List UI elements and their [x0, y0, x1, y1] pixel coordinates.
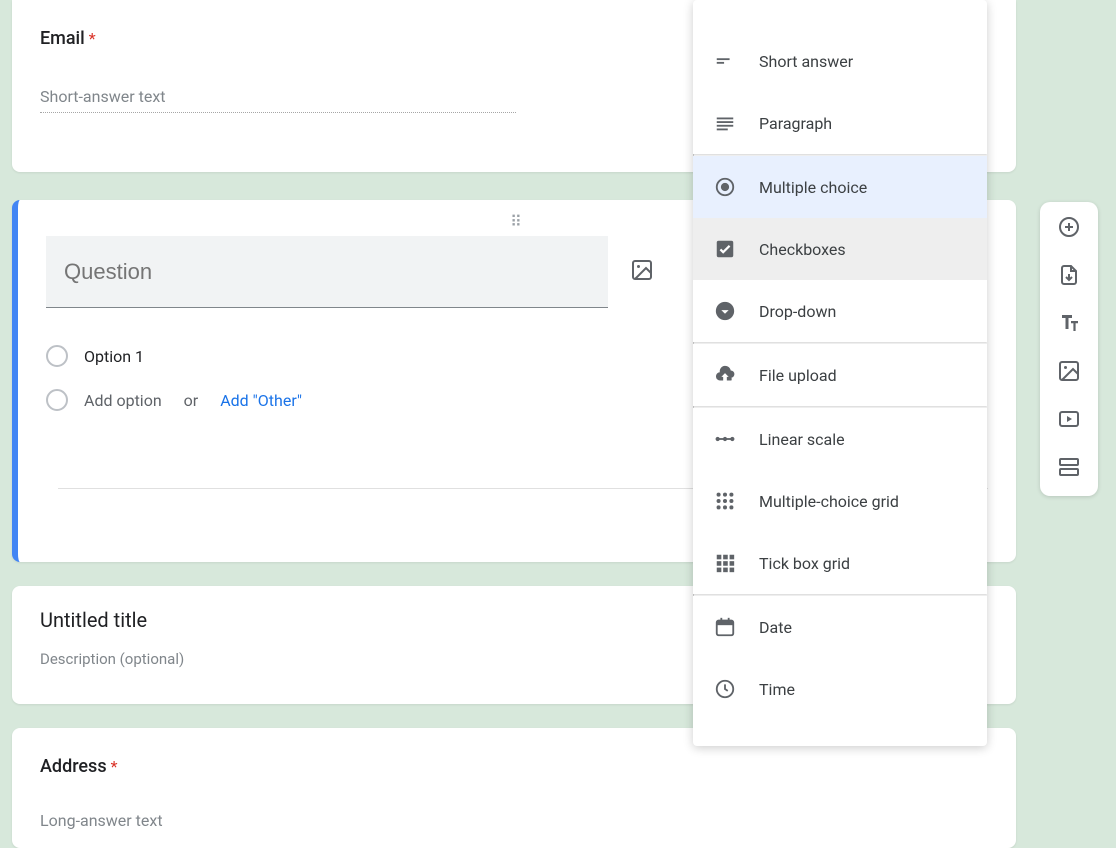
menu-item-short-answer[interactable]: Short answer [693, 30, 987, 92]
import-questions-button[interactable] [1056, 264, 1082, 290]
short-answer-placeholder: Short-answer text [40, 87, 516, 113]
add-title-button[interactable] [1056, 312, 1082, 338]
import-icon [1057, 263, 1081, 291]
add-other-button[interactable]: Add "Other" [220, 391, 302, 410]
address-label-row: Address* [40, 756, 988, 777]
radio-button-icon [713, 175, 737, 199]
image-icon [1057, 359, 1081, 387]
menu-item-tick-box-grid[interactable]: Tick box grid [693, 532, 987, 594]
address-question-card: Address* Long-answer text [12, 728, 1016, 848]
menu-item-multiple-choice-grid[interactable]: Multiple-choice grid [693, 470, 987, 532]
menu-item-label: Linear scale [759, 430, 845, 449]
plus-circle-icon [1057, 215, 1081, 243]
question-type-menu: Short answer Paragraph Multiple choice C… [693, 0, 987, 746]
video-icon [1057, 407, 1081, 435]
required-star-icon: * [89, 29, 96, 48]
short-answer-icon [713, 49, 737, 73]
menu-item-label: Short answer [759, 52, 853, 71]
menu-item-label: Paragraph [759, 114, 832, 133]
menu-item-checkboxes[interactable]: Checkboxes [693, 218, 987, 280]
clock-icon [713, 677, 737, 701]
long-answer-placeholder: Long-answer text [40, 811, 988, 830]
menu-item-file-upload[interactable]: File upload [693, 344, 987, 406]
add-image-button[interactable] [1056, 360, 1082, 386]
menu-item-dropdown[interactable]: Drop-down [693, 280, 987, 342]
menu-item-multiple-choice[interactable]: Multiple choice [693, 156, 987, 218]
menu-item-label: Drop-down [759, 302, 836, 321]
menu-item-label: Multiple choice [759, 178, 867, 197]
menu-item-paragraph[interactable]: Paragraph [693, 92, 987, 154]
cloud-upload-icon [713, 363, 737, 387]
checkbox-icon [713, 237, 737, 261]
option-text[interactable]: Option 1 [84, 347, 144, 366]
paragraph-icon [713, 111, 737, 135]
image-icon [630, 258, 654, 286]
menu-item-label: Time [759, 680, 795, 699]
menu-item-label: Tick box grid [759, 554, 850, 573]
drag-handle-icon[interactable]: ⠿ [510, 212, 524, 231]
calendar-icon [713, 615, 737, 639]
menu-item-label: Multiple-choice grid [759, 492, 899, 511]
add-image-button[interactable] [628, 258, 656, 286]
menu-item-date[interactable]: Date [693, 596, 987, 658]
dot-grid-icon [713, 489, 737, 513]
menu-item-time[interactable]: Time [693, 658, 987, 720]
radio-icon [46, 389, 68, 411]
linear-scale-icon [713, 427, 737, 451]
radio-icon [46, 345, 68, 367]
text-icon [1057, 311, 1081, 339]
address-label: Address [40, 756, 107, 777]
menu-item-label: Checkboxes [759, 240, 846, 259]
add-option-button[interactable]: Add option [84, 391, 162, 410]
add-section-button[interactable] [1056, 456, 1082, 482]
add-question-button[interactable] [1056, 216, 1082, 242]
side-toolbar [1040, 202, 1098, 496]
or-text: or [184, 391, 199, 410]
section-icon [1057, 455, 1081, 483]
add-video-button[interactable] [1056, 408, 1082, 434]
question-title-input[interactable] [46, 236, 608, 308]
square-grid-icon [713, 551, 737, 575]
menu-item-linear-scale[interactable]: Linear scale [693, 408, 987, 470]
required-star-icon: * [111, 757, 118, 776]
menu-item-label: File upload [759, 366, 837, 385]
menu-item-label: Date [759, 618, 792, 637]
email-label: Email [40, 28, 85, 49]
dropdown-icon [713, 299, 737, 323]
